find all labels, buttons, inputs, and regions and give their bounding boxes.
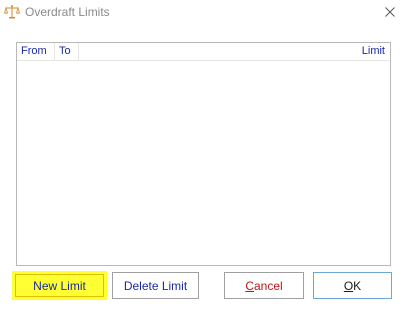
scales-icon bbox=[3, 4, 21, 20]
column-header-limit[interactable]: Limit bbox=[79, 43, 390, 60]
title-bar: Overdraft Limits bbox=[0, 0, 408, 26]
limits-list[interactable]: From To Limit bbox=[16, 42, 391, 266]
new-limit-button[interactable]: New Limit bbox=[12, 271, 107, 300]
ok-mnemonic: O bbox=[343, 278, 354, 293]
new-limit-label: New Limit bbox=[33, 278, 86, 293]
column-header-from[interactable]: From bbox=[17, 43, 55, 60]
delete-limit-label: Delete Limit bbox=[123, 278, 188, 293]
ok-label-rest: K bbox=[353, 278, 362, 293]
close-button[interactable] bbox=[372, 0, 408, 26]
ok-label: OK bbox=[344, 279, 361, 293]
ok-button[interactable]: OK bbox=[313, 272, 392, 299]
close-icon bbox=[385, 4, 395, 22]
window-title: Overdraft Limits bbox=[25, 5, 110, 19]
list-header: From To Limit bbox=[17, 43, 390, 61]
column-header-to[interactable]: To bbox=[55, 43, 79, 60]
new-limit-button-focus: New Limit bbox=[15, 274, 104, 297]
cancel-mnemonic: C bbox=[245, 278, 254, 293]
delete-limit-button[interactable]: Delete Limit bbox=[112, 272, 199, 299]
cancel-label: Cancel bbox=[245, 279, 282, 293]
overdraft-limits-dialog: Overdraft Limits From To Limit New Limit… bbox=[0, 0, 408, 309]
cancel-label-rest: ancel bbox=[253, 278, 283, 293]
cancel-button[interactable]: Cancel bbox=[224, 272, 304, 299]
